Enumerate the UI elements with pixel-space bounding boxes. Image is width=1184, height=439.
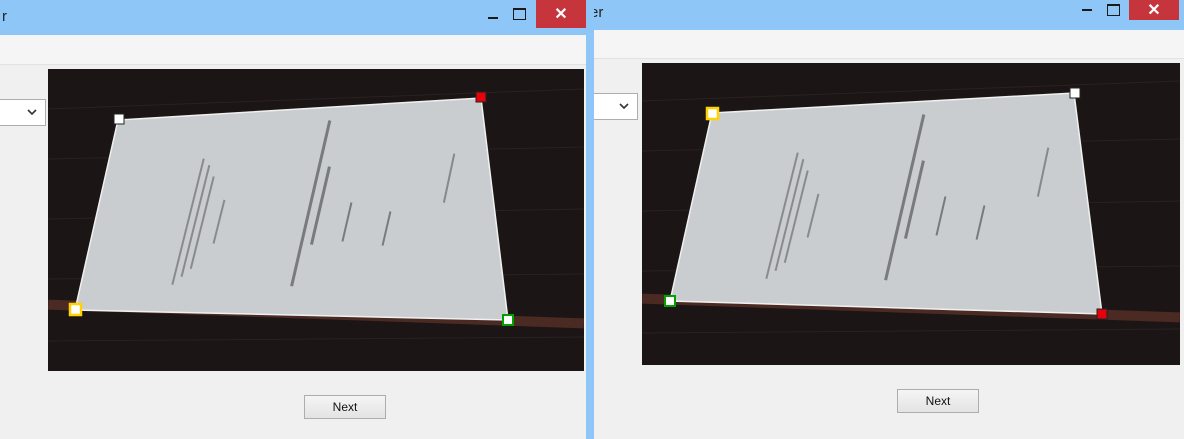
left-window-title: r: [2, 8, 7, 25]
close-icon: ✕: [1147, 2, 1161, 19]
corner-handle-top-left: [705, 106, 720, 121]
chevron-down-icon: [27, 109, 37, 116]
left-minimize-button[interactable]: [480, 0, 506, 28]
maximize-icon: [1106, 4, 1120, 16]
right-paper-sheet: [669, 92, 1103, 315]
chevron-down-icon: [619, 103, 629, 110]
corner-handle-bottom-right: [502, 314, 514, 326]
right-title-bar: er ✕: [594, 0, 1184, 30]
minimize-icon: [1082, 9, 1092, 11]
corner-handle-top-right: [475, 91, 487, 103]
right-close-button[interactable]: ✕: [1129, 0, 1179, 20]
window-divider: [586, 0, 594, 439]
right-next-button[interactable]: Next: [897, 389, 979, 413]
left-window: r ✕ Next: [0, 0, 586, 439]
minimize-icon: [488, 17, 498, 19]
corner-handle-bottom-right: [1096, 308, 1108, 320]
right-minimize-button[interactable]: [1074, 0, 1100, 20]
left-next-button[interactable]: Next: [304, 395, 386, 419]
maximize-icon: [512, 8, 526, 20]
corner-handle-bottom-left: [68, 302, 83, 317]
right-maximize-button[interactable]: [1102, 0, 1124, 20]
corner-handle-top-right: [1069, 87, 1081, 99]
right-mode-dropdown[interactable]: [594, 93, 638, 120]
right-document-photo: [642, 63, 1180, 365]
left-toolbar-strip: [0, 35, 586, 65]
left-document-photo: [48, 69, 584, 371]
left-maximize-button[interactable]: [508, 0, 530, 28]
corner-handle-bottom-left: [664, 295, 676, 307]
right-window-title: er: [594, 4, 604, 21]
left-title-bar: r ✕: [0, 0, 586, 35]
right-toolbar-strip: [594, 30, 1184, 59]
left-close-button[interactable]: ✕: [536, 0, 586, 28]
close-icon: ✕: [554, 6, 568, 23]
left-mode-dropdown[interactable]: [0, 99, 46, 126]
corner-handle-top-left: [113, 113, 125, 125]
left-paper-sheet: [74, 97, 509, 321]
right-window: er ✕ Next: [594, 0, 1184, 439]
